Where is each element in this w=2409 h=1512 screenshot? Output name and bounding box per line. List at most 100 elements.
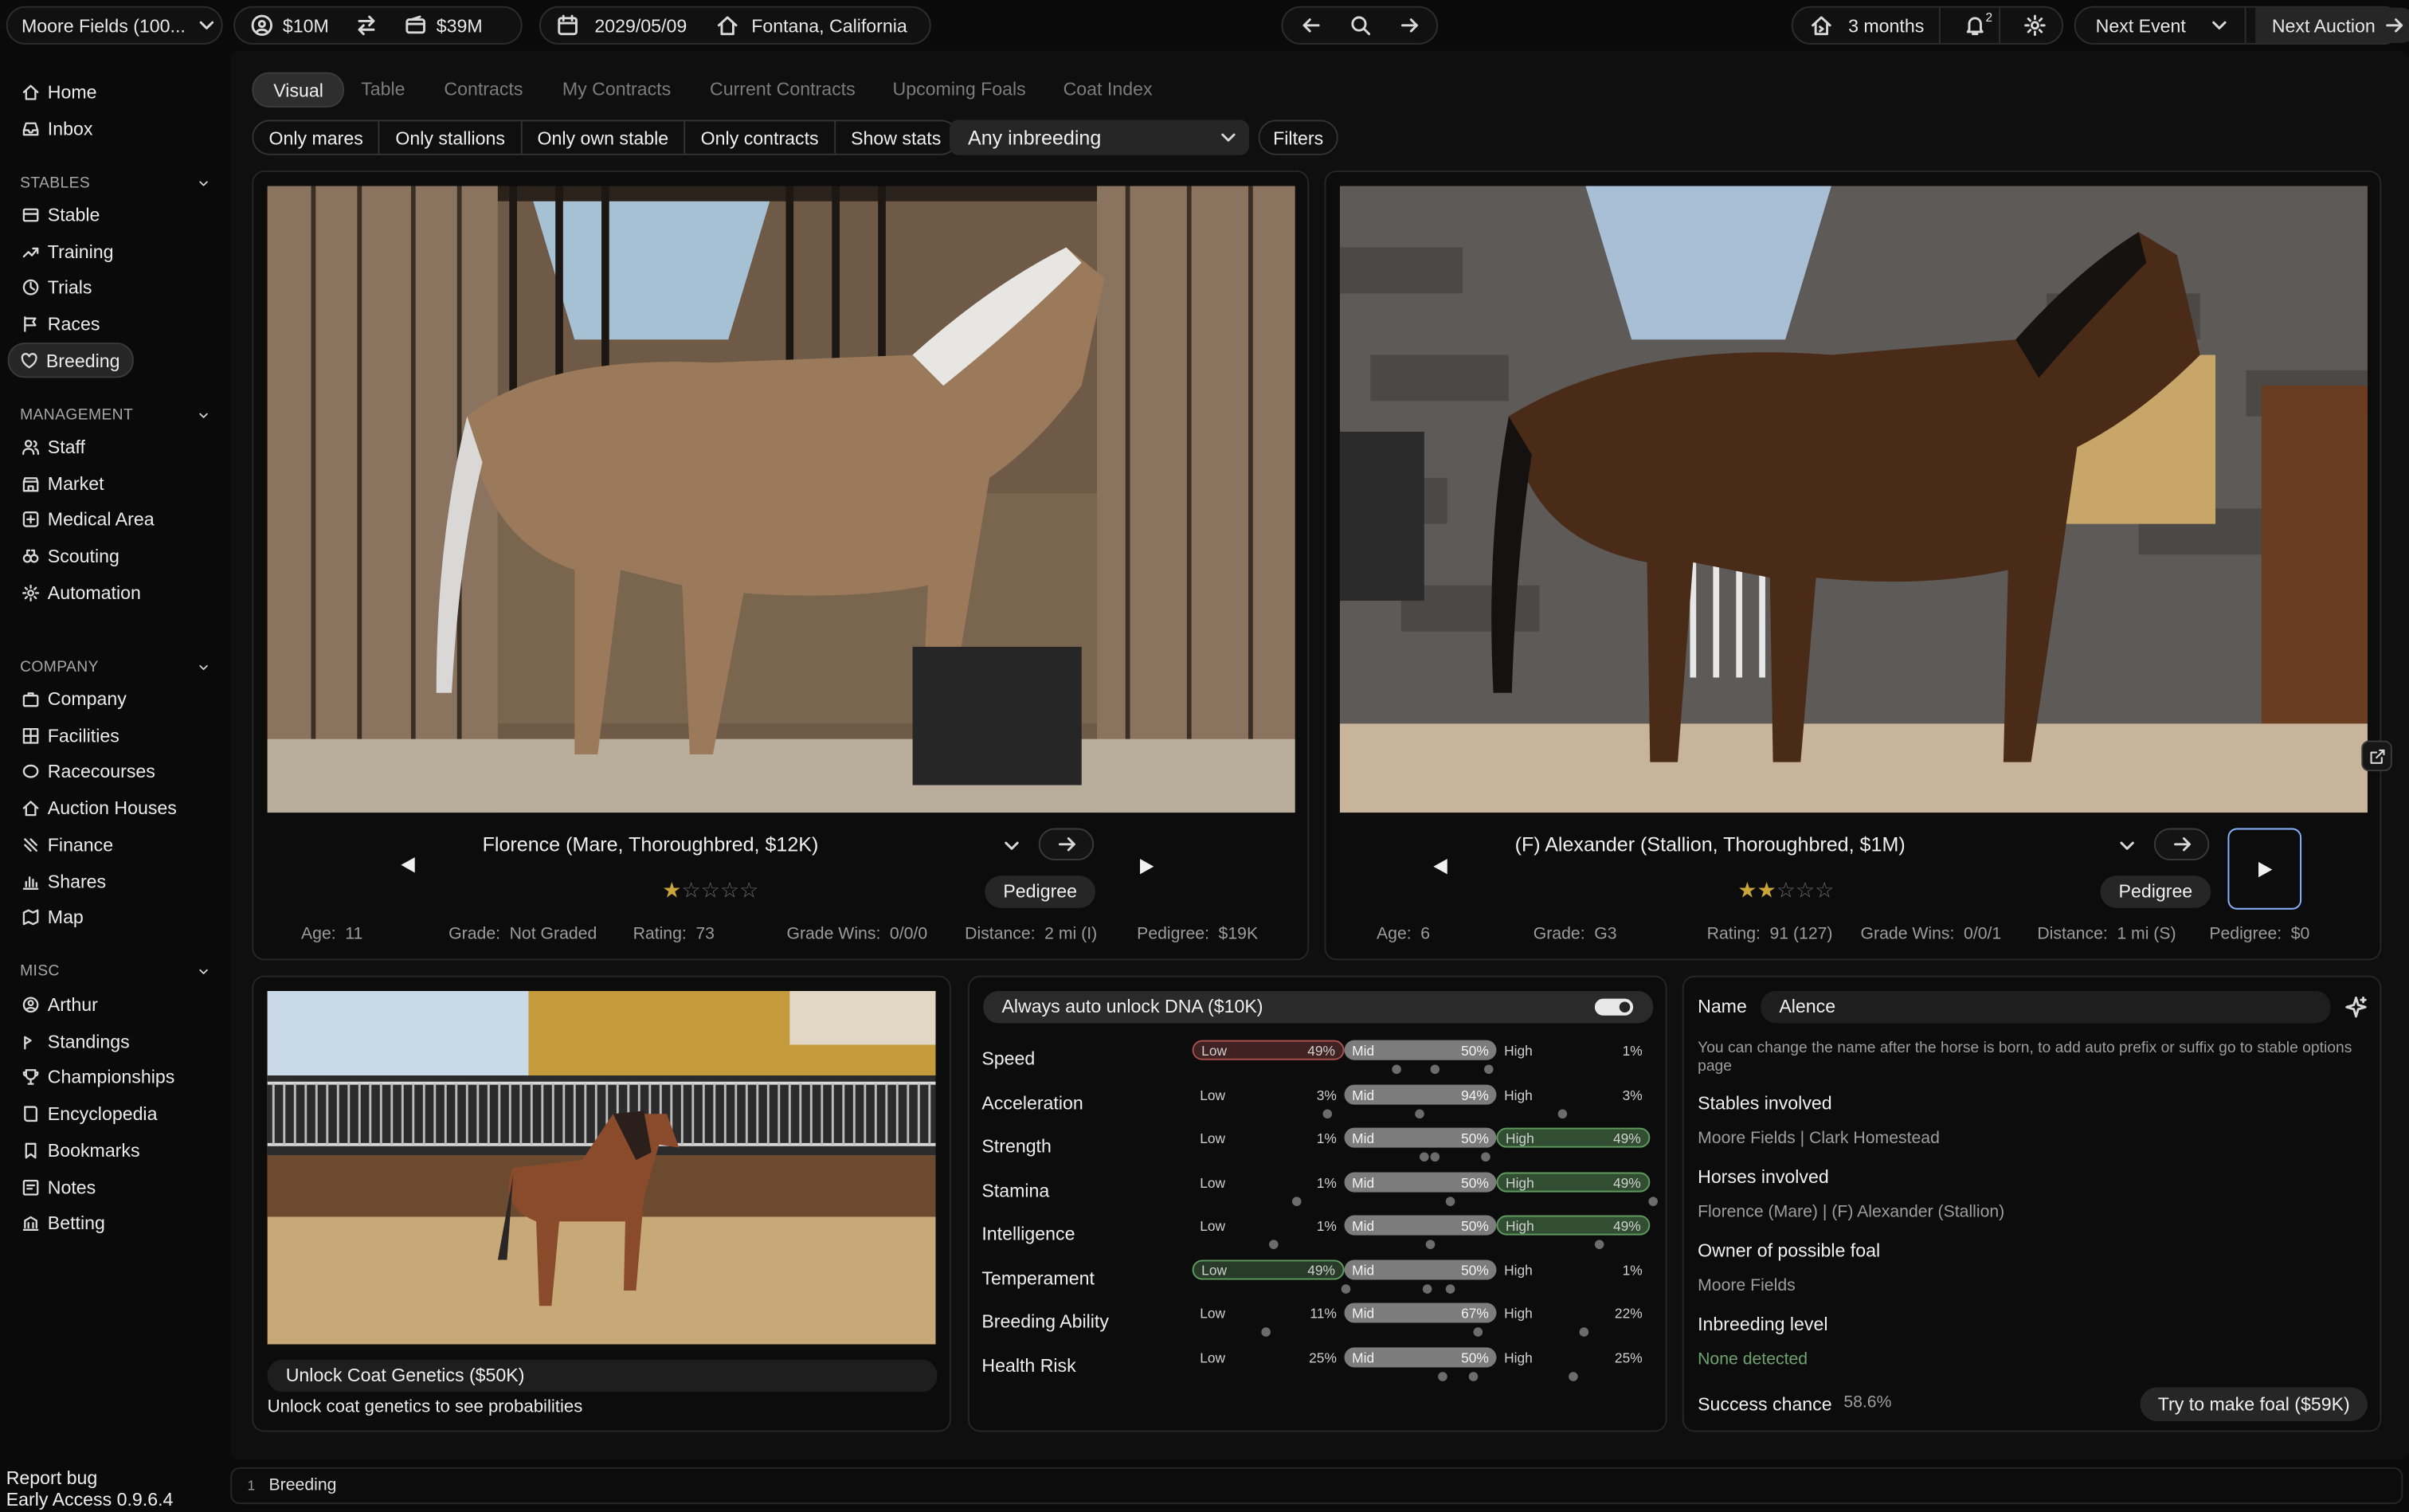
sidebar-item-shares[interactable]: Shares <box>20 868 106 895</box>
sidebar-item-scouting[interactable]: Scouting <box>20 543 119 570</box>
filter-only-own-stable[interactable]: Only own stable <box>522 121 686 154</box>
sidebar-item-notes[interactable]: Notes <box>20 1173 96 1201</box>
stat-label: Age: <box>1377 925 1412 944</box>
side-edit-button[interactable] <box>2361 740 2392 772</box>
tab-upcoming-foals[interactable]: Upcoming Foals <box>893 72 1026 108</box>
sidebar-section-stables[interactable]: STABLES <box>20 175 210 192</box>
report-bug-link[interactable]: Report bug <box>6 1467 98 1489</box>
sidebar-item-training[interactable]: Training <box>20 237 114 265</box>
sidebar-section-company[interactable]: COMPANY <box>20 659 210 676</box>
sidebar-item-inbox[interactable]: Inbox <box>20 116 92 143</box>
sidebar-item-bookmarks[interactable]: Bookmarks <box>20 1137 140 1165</box>
tab-my-contracts[interactable]: My Contracts <box>562 72 671 108</box>
unlock-coat-button[interactable]: Unlock Coat Genetics ($50K) <box>267 1359 938 1393</box>
tab-current-contracts[interactable]: Current Contracts <box>710 72 856 108</box>
sidebar-item-label: Arthur <box>47 993 98 1016</box>
tab-coat-index[interactable]: Coat Index <box>1063 72 1153 108</box>
chevron-down-icon[interactable] <box>999 832 1024 857</box>
stallion-pedigree-button[interactable]: Pedigree <box>2100 875 2211 908</box>
sidebar-item-staff[interactable]: Staff <box>20 433 85 461</box>
chevron-down-icon[interactable] <box>2114 832 2139 857</box>
date-location-pill[interactable]: 2029/05/09 Fontana, California <box>539 6 931 45</box>
stat-value: G3 <box>1594 925 1617 944</box>
sidebar-item-racecourses[interactable]: Racecourses <box>20 758 155 786</box>
allele-marker <box>1422 1284 1432 1294</box>
stallion-open-button[interactable] <box>2153 828 2210 861</box>
sidebar-item-races[interactable]: Races <box>20 311 100 339</box>
allele-marker <box>1392 1064 1401 1075</box>
filter-show-stats[interactable]: Show stats <box>836 121 957 154</box>
sidebar-item-championships[interactable]: Championships <box>20 1063 174 1091</box>
mare-stat-rating: Rating: 73 <box>633 925 715 943</box>
search-icon[interactable] <box>1347 13 1372 37</box>
tab-table[interactable]: Table <box>361 72 405 108</box>
sidebar-item-stable[interactable]: Stable <box>20 202 100 229</box>
advance-duration-button[interactable]: 3 months <box>1793 7 1941 44</box>
sidebar-item-finance[interactable]: Finance <box>20 831 113 859</box>
stat-label: Age: <box>301 925 336 944</box>
mare-open-button[interactable] <box>1038 828 1095 861</box>
filter-only-contracts[interactable]: Only contracts <box>685 121 836 154</box>
star-filled-icon: ★ <box>662 877 682 903</box>
star-empty-icon: ☆ <box>700 877 720 903</box>
mare-pedigree-button[interactable]: Pedigree <box>985 875 1096 908</box>
tab-visual[interactable]: Visual <box>252 72 345 108</box>
races-icon <box>20 315 40 335</box>
finance-pill[interactable]: $10M $39M <box>233 6 523 45</box>
sidebar-item-map[interactable]: Map <box>20 903 84 931</box>
name-label: Name <box>1698 995 1747 1017</box>
trait-label: Strength <box>981 1135 1052 1158</box>
sidebar-item-standings[interactable]: Standings <box>20 1028 130 1056</box>
trait-bar: Low 1% Mid 50% High 49% <box>1193 1172 1651 1193</box>
sidebar-item-trials[interactable]: Trials <box>20 274 92 302</box>
arrow-left-icon[interactable] <box>1299 13 1323 37</box>
sidebar-item-betting[interactable]: Betting <box>20 1209 105 1237</box>
star-empty-icon: ☆ <box>681 877 701 903</box>
sidebar-section-management[interactable]: MANAGEMENT <box>20 407 210 424</box>
horses-involved-label: Horses involved <box>1698 1165 1829 1188</box>
mare-next-button[interactable] <box>1140 859 1154 875</box>
allele-marker <box>1648 1197 1658 1206</box>
star-filled-icon: ★ <box>1757 877 1776 903</box>
breeding-icon <box>18 351 38 370</box>
stallion-next-button[interactable] <box>2227 828 2302 910</box>
sidebar-item-home[interactable]: Home <box>20 78 97 106</box>
auto-unlock-toggle[interactable] <box>1594 998 1634 1016</box>
trait-bar: Low 1% Mid 50% High 49% <box>1193 1127 1651 1148</box>
next-auction-button[interactable]: Next Auction <box>2254 7 2409 44</box>
filter-only-mares[interactable]: Only mares <box>253 121 381 154</box>
mid-label: Mid <box>1352 1349 1375 1365</box>
sidebar-item-breeding[interactable]: Breeding <box>7 343 134 379</box>
sidebar-item-label: Finance <box>47 833 114 856</box>
sidebar-item-facilities[interactable]: Facilities <box>20 722 119 750</box>
filters-button[interactable]: Filters <box>1258 119 1338 155</box>
sidebar-item-market[interactable]: Market <box>20 470 104 498</box>
sidebar-item-encyclopedia[interactable]: Encyclopedia <box>20 1100 157 1128</box>
stat-label: Grade: <box>449 925 501 944</box>
inbreeding-select[interactable]: Any inbreeding <box>949 119 1249 155</box>
sidebar-item-medical-area[interactable]: Medical Area <box>20 506 155 534</box>
stallion-prev-button[interactable] <box>1433 859 1447 875</box>
stallion-stat-pedigree: Pedigree: $0 <box>2209 925 2309 943</box>
auto-unlock-dna-row[interactable]: Always auto unlock DNA ($10K) <box>983 990 1654 1024</box>
breadcrumb-page[interactable]: Breeding <box>269 1476 337 1494</box>
filter-only-stallions[interactable]: Only stallions <box>380 121 523 154</box>
sidebar-item-arthur[interactable]: Arthur <box>20 991 98 1019</box>
tab-contracts[interactable]: Contracts <box>444 72 523 108</box>
mare-prev-button[interactable] <box>401 857 415 873</box>
sidebar-item-auction-houses[interactable]: Auction Houses <box>20 794 177 822</box>
high-label: High <box>1506 1174 1534 1190</box>
sparkle-icon[interactable] <box>2343 994 2368 1019</box>
sidebar-section-misc[interactable]: MISC <box>20 963 210 980</box>
foal-name-input[interactable]: Alence <box>1761 990 2331 1024</box>
next-event-button[interactable]: Next Event <box>2076 7 2246 44</box>
try-make-foal-button[interactable]: Try to make foal ($59K) <box>2140 1387 2368 1421</box>
stable-selector[interactable]: Moore Fields (100... <box>6 6 223 45</box>
sidebar-item-company[interactable]: Company <box>20 685 127 713</box>
sidebar-item-automation[interactable]: Automation <box>20 579 141 607</box>
allele-marker <box>1430 1064 1440 1075</box>
allele-marker <box>1468 1372 1479 1381</box>
arrow-right-icon[interactable] <box>1396 13 1421 37</box>
notifications-button[interactable]: 2 <box>1950 7 2001 44</box>
settings-button[interactable] <box>2010 8 2059 43</box>
